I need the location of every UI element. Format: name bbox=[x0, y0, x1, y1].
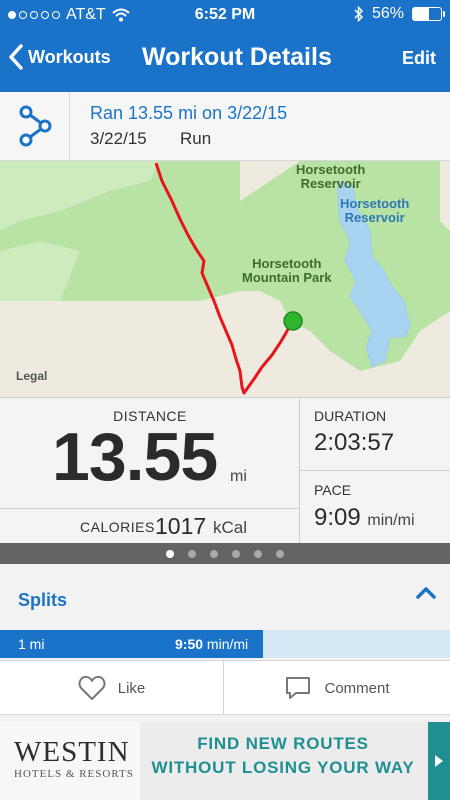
like-label: Like bbox=[117, 679, 146, 697]
split-pace-group: 9:50 min/mi bbox=[175, 636, 248, 652]
map-label-park: Horsetooth Mountain Park bbox=[242, 257, 332, 285]
ad-line-2: WITHOUT LOSING YOUR WAY bbox=[151, 758, 415, 777]
distance-value: 13.55 bbox=[52, 419, 218, 495]
ad-banner[interactable]: WESTIN HOTELS & RESORTS FIND NEW ROUTES … bbox=[0, 722, 450, 800]
page-dot[interactable] bbox=[188, 549, 196, 558]
action-bar: Like Comment bbox=[0, 660, 450, 715]
battery-percent: 56% bbox=[371, 5, 404, 22]
ad-logo: WESTIN HOTELS & RESORTS bbox=[0, 722, 140, 800]
calories-value: 1017 bbox=[155, 513, 207, 539]
route-icon bbox=[19, 105, 51, 147]
back-button-label: Workouts bbox=[28, 46, 111, 67]
split-mile: 1 mi bbox=[18, 636, 45, 652]
stats-panel: DISTANCE 13.55 mi CALORIES 1017 kCal DUR… bbox=[0, 397, 450, 544]
splits-header[interactable]: Splits bbox=[0, 564, 450, 630]
comment-label: Comment bbox=[324, 679, 390, 697]
workout-type: Run bbox=[180, 129, 212, 148]
map-label-line: Horsetooth bbox=[340, 196, 410, 211]
split-row: 1 mi 9:50 min/mi bbox=[0, 630, 450, 658]
workout-title[interactable]: Ran 13.55 mi on 3/22/15 bbox=[90, 103, 287, 124]
ad-text: FIND NEW ROUTES WITHOUT LOSING YOUR WAY bbox=[140, 732, 426, 780]
page-dot[interactable] bbox=[276, 549, 284, 558]
comment-button[interactable]: Comment bbox=[224, 661, 450, 715]
edit-button[interactable]: Edit bbox=[402, 48, 436, 69]
split-pace: 9:50 bbox=[175, 636, 204, 652]
top-bar: AT&T 6:52 PM 56% Workouts Workout Detail… bbox=[0, 0, 450, 92]
page-indicator[interactable] bbox=[0, 543, 450, 564]
pace-value-row: 9:09 min/mi bbox=[314, 504, 415, 532]
ad-brand: WESTIN bbox=[14, 736, 130, 768]
calories-unit: kCal bbox=[213, 518, 248, 537]
page-dot[interactable] bbox=[210, 549, 218, 558]
pace-value: 9:09 bbox=[314, 504, 361, 531]
map-label-reservoir-water: Horsetooth Reservoir bbox=[340, 197, 409, 225]
like-button[interactable]: Like bbox=[0, 661, 224, 715]
workout-header: Ran 13.55 mi on 3/22/15 3/22/15 Run bbox=[0, 92, 450, 161]
legal-link[interactable]: Legal bbox=[16, 369, 47, 383]
map-label-line: Horsetooth bbox=[252, 256, 322, 271]
ad-line-1: FIND NEW ROUTES bbox=[197, 734, 369, 753]
duration-label: DURATION bbox=[314, 408, 387, 424]
bluetooth-icon bbox=[354, 6, 364, 22]
nav-bar: Workouts Workout Details Edit bbox=[0, 30, 450, 92]
map-label-line: Horsetooth bbox=[296, 162, 366, 177]
page-title: Workout Details bbox=[142, 43, 332, 71]
pace-label: PACE bbox=[314, 482, 352, 498]
duration-pace-panel: DURATION 2:03:57 PACE 9:09 min/mi bbox=[300, 398, 450, 544]
status-right: 56% bbox=[354, 5, 445, 23]
distance-panel: DISTANCE 13.55 mi CALORIES 1017 kCal bbox=[0, 398, 300, 544]
route-button[interactable] bbox=[0, 92, 70, 160]
map-label-line: Reservoir bbox=[300, 176, 361, 191]
map-label-line: Reservoir bbox=[344, 210, 405, 225]
play-arrow-icon bbox=[435, 755, 443, 767]
calories-row: CALORIES 1017 kCal bbox=[0, 508, 300, 544]
chevron-up-icon[interactable] bbox=[416, 586, 436, 600]
ad-brand-sub: HOTELS & RESORTS bbox=[14, 768, 134, 780]
map-label-line: Mountain Park bbox=[242, 270, 332, 285]
page-dot[interactable] bbox=[254, 549, 262, 558]
heart-icon bbox=[78, 675, 106, 700]
back-button[interactable]: Workouts bbox=[8, 44, 111, 70]
ad-arrow-button[interactable] bbox=[428, 722, 450, 800]
workout-date: 3/22/15 bbox=[90, 129, 147, 148]
splits-title: Splits bbox=[18, 590, 68, 610]
calories-label: CALORIES bbox=[80, 519, 155, 535]
duration-value: 2:03:57 bbox=[314, 429, 395, 456]
route-map[interactable]: Horsetooth Reservoir Horsetooth Reservoi… bbox=[0, 161, 450, 397]
page-dot[interactable] bbox=[166, 549, 174, 558]
pace-box: PACE 9:09 min/mi bbox=[300, 470, 450, 544]
page-dot[interactable] bbox=[232, 549, 240, 558]
chevron-left-icon bbox=[9, 44, 23, 70]
route-endpoint bbox=[283, 311, 303, 331]
comment-icon bbox=[286, 677, 311, 699]
pace-unit: min/mi bbox=[367, 512, 415, 529]
distance-unit: mi bbox=[230, 468, 247, 485]
split-pace-unit: min/mi bbox=[206, 636, 249, 652]
status-bar: AT&T 6:52 PM 56% bbox=[0, 0, 450, 30]
battery-icon bbox=[412, 7, 445, 21]
map-label-horsetooth-reservoir: Horsetooth Reservoir bbox=[296, 163, 365, 191]
